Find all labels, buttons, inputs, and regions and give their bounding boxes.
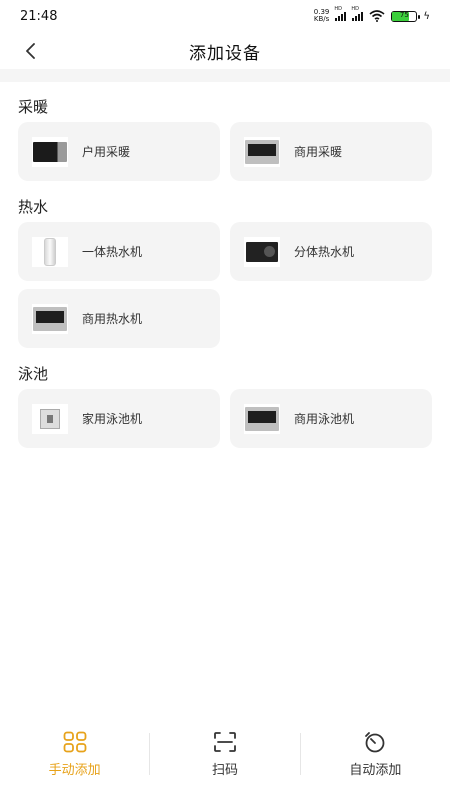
status-icons: 0.39 KB/s HD HD 75 ϟ xyxy=(314,6,430,23)
scan-icon xyxy=(214,731,236,752)
status-time: 21:48 xyxy=(20,8,58,24)
device-card-label: 商用热水机 xyxy=(82,312,143,326)
signal-hd-label-2: HD xyxy=(351,6,360,12)
network-speed: 0.39 KB/s xyxy=(314,9,330,23)
section-grid-pool: 家用泳池机 商用泳池机 xyxy=(18,389,432,448)
battery-level: 75 xyxy=(399,10,409,19)
device-card-label: 一体热水机 xyxy=(82,245,143,259)
device-card-commercial-pool[interactable]: 商用泳池机 xyxy=(230,389,432,448)
device-card-household-pool[interactable]: 家用泳池机 xyxy=(18,389,220,448)
charging-icon: ϟ xyxy=(423,10,430,22)
section-grid-heating: 户用采暖 商用采暖 xyxy=(18,122,432,181)
device-card-label: 户用采暖 xyxy=(82,145,131,159)
section-title-pool: 泳池 xyxy=(18,364,49,383)
signal-icon: HD xyxy=(334,6,347,21)
device-card-commercial-water-heater[interactable]: 商用热水机 xyxy=(18,289,220,348)
back-button[interactable] xyxy=(20,40,42,62)
heat-pump-dark-icon xyxy=(32,136,68,167)
network-speed-unit: KB/s xyxy=(313,15,330,23)
tab-auto-add[interactable]: 自动添加 xyxy=(301,722,450,786)
section-grid-hot-water: 一体热水机 分体热水机 商用热水机 xyxy=(18,222,432,348)
section-title-heating: 采暖 xyxy=(18,97,49,116)
section-title-hot-water: 热水 xyxy=(18,197,49,216)
device-category-list: 采暖 户用采暖 商用采暖 热水 一体热水机 分体热水机 商用热水机 泳池 家用泳 xyxy=(0,90,450,457)
tab-scan[interactable]: 扫码 xyxy=(150,722,299,786)
device-card-label: 商用泳池机 xyxy=(294,412,355,426)
signal-hd-label: HD xyxy=(334,6,343,12)
device-card-household-heating[interactable]: 户用采暖 xyxy=(18,122,220,181)
water-tank-icon xyxy=(32,236,68,267)
grid-icon xyxy=(63,731,87,752)
device-card-integrated-water-heater[interactable]: 一体热水机 xyxy=(18,222,220,281)
bottom-tab-bar: 手动添加 扫码 自动添加 xyxy=(0,722,450,786)
commercial-unit-icon xyxy=(244,403,280,434)
device-card-label: 家用泳池机 xyxy=(82,412,143,426)
status-bar: 21:48 0.39 KB/s HD HD 75 ϟ xyxy=(0,0,450,32)
tab-scan-label: 扫码 xyxy=(211,762,238,778)
chevron-left-icon xyxy=(26,43,35,59)
device-card-commercial-heating[interactable]: 商用采暖 xyxy=(230,122,432,181)
tab-manual-add[interactable]: 手动添加 xyxy=(0,722,149,786)
page-title: 添加设备 xyxy=(189,43,261,64)
header-divider xyxy=(0,69,450,82)
tab-auto-add-label: 自动添加 xyxy=(349,762,402,778)
timer-icon xyxy=(365,731,385,752)
wifi-icon xyxy=(369,10,385,22)
commercial-unit-icon xyxy=(32,303,68,334)
commercial-unit-icon xyxy=(244,136,280,167)
header: 添加设备 xyxy=(0,32,450,70)
signal-icon-2: HD xyxy=(351,6,364,21)
tab-manual-add-label: 手动添加 xyxy=(48,762,101,778)
device-card-label: 分体热水机 xyxy=(294,245,355,259)
device-card-label: 商用采暖 xyxy=(294,145,343,159)
battery-icon: 75 xyxy=(391,10,420,22)
split-unit-icon xyxy=(244,236,280,267)
device-card-split-water-heater[interactable]: 分体热水机 xyxy=(230,222,432,281)
small-unit-icon xyxy=(32,403,68,434)
